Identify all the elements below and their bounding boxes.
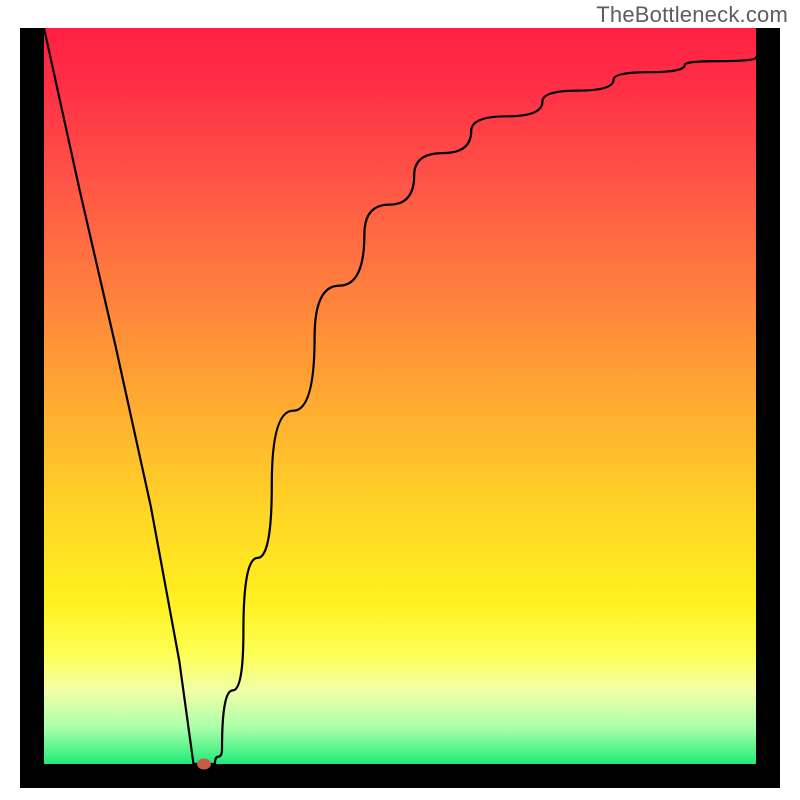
chart-wrapper: TheBottleneck.com xyxy=(0,0,800,800)
curve-svg xyxy=(44,28,756,764)
plot-frame xyxy=(20,28,780,788)
plot-area xyxy=(44,28,756,764)
marker-icon xyxy=(197,759,211,770)
attribution-label: TheBottleneck.com xyxy=(596,2,788,28)
bottleneck-curve xyxy=(44,28,756,764)
